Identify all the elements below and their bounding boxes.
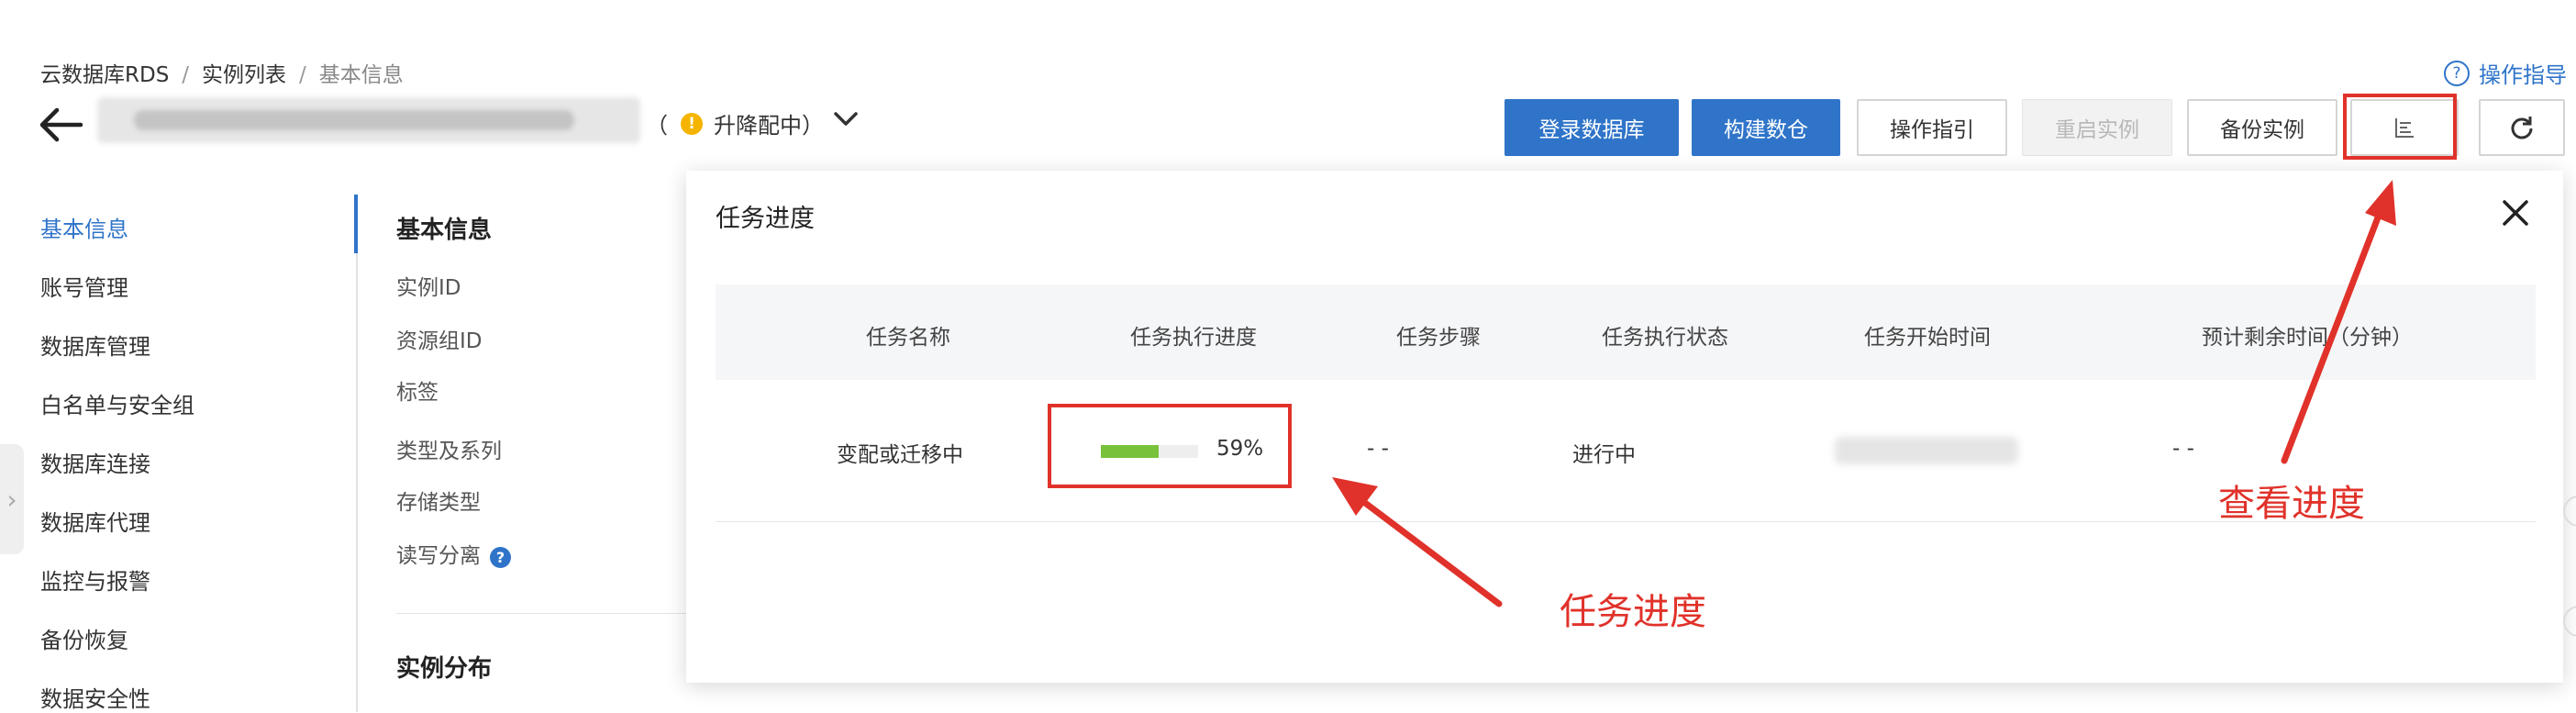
sidebar-item-accounts[interactable]: 账号管理 [40,270,128,302]
column-header-status: 任务执行状态 [1602,326,1728,350]
sidebar-item-basic-info[interactable]: 基本信息 [40,211,128,243]
info-label-resource-group: 资源组ID [396,329,483,353]
info-label-instance-id: 实例ID [396,276,461,300]
warning-icon: ! [681,112,703,135]
operation-guide-button[interactable]: 操作指引 [1857,99,2007,156]
annotation-label-task-progress: 任务进度 [1560,591,1706,633]
annotation-box-progress [1048,404,1292,488]
build-warehouse-button[interactable]: 构建数仓 [1692,99,1840,156]
annotation-box-view-button [2343,94,2457,160]
table-header: 任务名称 任务执行进度 任务步骤 任务执行状态 任务开始时间 预计剩余时间（分钟… [716,284,2536,380]
back-arrow-icon[interactable] [37,106,84,143]
sidebar-active-indicator [354,195,358,253]
chevron-down-icon[interactable] [833,110,859,128]
question-circle-icon[interactable]: ? [490,547,511,568]
sidebar-item-proxy[interactable]: 数据库代理 [40,505,150,537]
sidebar-item-whitelist[interactable]: 白名单与安全组 [40,387,194,419]
start-time-redacted [1835,437,2018,464]
floating-tool-icon[interactable] [2563,496,2576,527]
popover-title: 任务进度 [716,205,815,233]
column-header-remaining: 预计剩余时间（分钟） [2202,326,2413,350]
instance-name-redacted [97,97,640,143]
column-header-step: 任务步骤 [1396,326,1481,350]
backup-instance-button[interactable]: 备份实例 [2187,99,2337,156]
instance-status: （! 升降配中） [646,107,824,139]
info-label-rw-split: 读写分离? [396,538,511,569]
info-heading: 基本信息 [396,217,493,244]
info-label-tags: 标签 [396,381,439,405]
login-database-button[interactable]: 登录数据库 [1505,99,1679,156]
sidebar-item-security[interactable]: 数据安全性 [40,681,150,713]
sidebar-item-backup[interactable]: 备份恢复 [40,622,128,654]
breadcrumb-item-instance-list[interactable]: 实例列表 [202,63,286,87]
sidebar-item-monitoring[interactable]: 监控与报警 [40,563,150,596]
column-header-start-time: 任务开始时间 [1864,326,1991,350]
remaining-time-cell: - - [2172,437,2194,461]
sidebar-item-connection[interactable]: 数据库连接 [40,446,150,478]
task-name-cell: 变配或迁移中 [837,443,963,467]
breadcrumb-separator: / [182,63,190,87]
info-label-type: 类型及系列 [396,440,502,463]
breadcrumb-item-current: 基本信息 [318,63,404,87]
sidebar-divider [356,195,358,712]
help-link-label: 操作指导 [2479,62,2567,88]
task-step-cell: - - [1367,437,1389,461]
info-divider [396,613,690,614]
floating-tool-icon[interactable] [2563,606,2576,637]
chevron-right-icon: › [6,484,17,515]
column-header-progress: 任务执行进度 [1130,326,1257,350]
task-status-cell: 进行中 [1572,443,1636,467]
sidebar-collapse-handle[interactable]: › [0,444,24,554]
annotation-label-view-progress: 查看进度 [2218,483,2365,525]
instance-status-text: 升降配中 [714,113,802,139]
question-circle-icon: ? [2444,60,2470,86]
info-label-storage: 存储类型 [396,491,481,515]
breadcrumb-separator: / [299,63,306,87]
column-header-task-name: 任务名称 [866,326,950,350]
refresh-icon [2511,117,2533,139]
restart-instance-button[interactable]: 重启实例 [2022,99,2172,156]
instance-distribution-heading: 实例分布 [396,655,493,683]
help-link[interactable]: ? 操作指导 [2444,57,2567,89]
refresh-button[interactable] [2479,99,2565,156]
sidebar-item-databases[interactable]: 数据库管理 [40,329,150,361]
breadcrumb: 云数据库RDS / 实例列表 / 基本信息 [40,57,404,88]
close-icon[interactable] [2501,198,2530,228]
breadcrumb-item-rds[interactable]: 云数据库RDS [40,63,169,87]
